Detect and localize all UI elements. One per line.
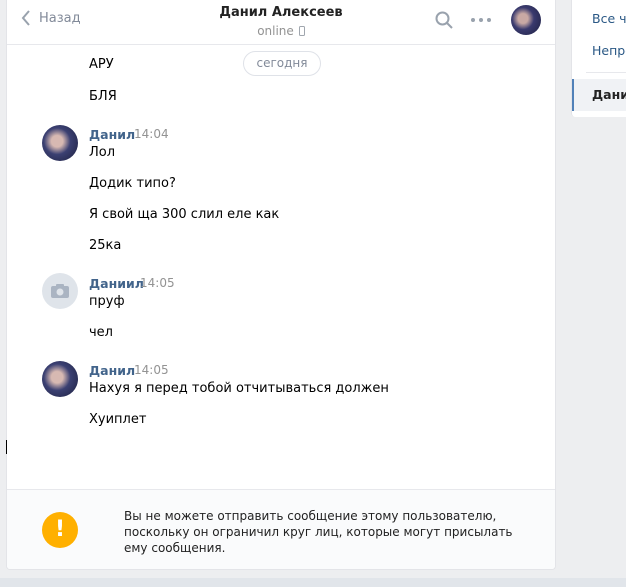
warning-icon: ! xyxy=(42,512,78,548)
chat-header: Назад Данил Алексеев online xyxy=(7,0,555,45)
message-text: АРУ xyxy=(89,57,114,72)
message-author[interactable]: Данил xyxy=(89,127,135,142)
more-icon[interactable] xyxy=(470,12,492,28)
header-avatar[interactable] xyxy=(511,5,541,35)
message-author[interactable]: Даниил xyxy=(89,276,144,291)
message-author[interactable]: Данил xyxy=(89,363,135,378)
search-icon[interactable] xyxy=(435,11,453,29)
page-bottom-strip xyxy=(0,578,626,587)
avatar[interactable] xyxy=(42,125,78,161)
message-text: 25ка xyxy=(89,238,122,253)
text-cursor xyxy=(6,440,7,454)
message-text: чел xyxy=(89,325,113,340)
message-text: пруф xyxy=(89,294,125,309)
message-text: Додик типо? xyxy=(89,176,176,191)
blocked-notice: ! Вы не можете отправить сообщение этому… xyxy=(7,489,555,569)
menu-divider xyxy=(586,72,626,73)
chat-panel: Назад Данил Алексеев online сегодня АРУ … xyxy=(6,0,556,570)
blocked-notice-text: Вы не можете отправить сообщение этому п… xyxy=(124,509,513,555)
menu-item-unread[interactable]: Непро xyxy=(592,43,626,58)
menu-item-current-chat-label: Данил xyxy=(592,87,626,102)
message-text: БЛЯ xyxy=(89,89,117,104)
message-text: Нахуя я перед тобой отчитываться должен xyxy=(89,381,389,396)
message-time[interactable]: 14:05 xyxy=(134,363,169,377)
message-time[interactable]: 14:04 xyxy=(134,127,169,141)
message-text: Я свой ща 300 слил еле как xyxy=(89,207,280,222)
date-divider: сегодня xyxy=(243,51,321,76)
menu-item-current-chat[interactable]: Данил xyxy=(572,79,626,111)
camera-icon xyxy=(51,284,69,298)
avatar[interactable] xyxy=(42,361,78,397)
status-text: online xyxy=(257,24,294,38)
dialogs-filter-menu: Все ча Непро Данил xyxy=(571,0,626,117)
message-text: Хуиплет xyxy=(89,412,147,427)
avatar[interactable] xyxy=(42,273,78,309)
mobile-icon xyxy=(298,26,305,36)
message-time[interactable]: 14:05 xyxy=(140,276,175,290)
message-text: Лол xyxy=(89,145,116,160)
menu-item-all-chats[interactable]: Все ча xyxy=(592,11,626,26)
